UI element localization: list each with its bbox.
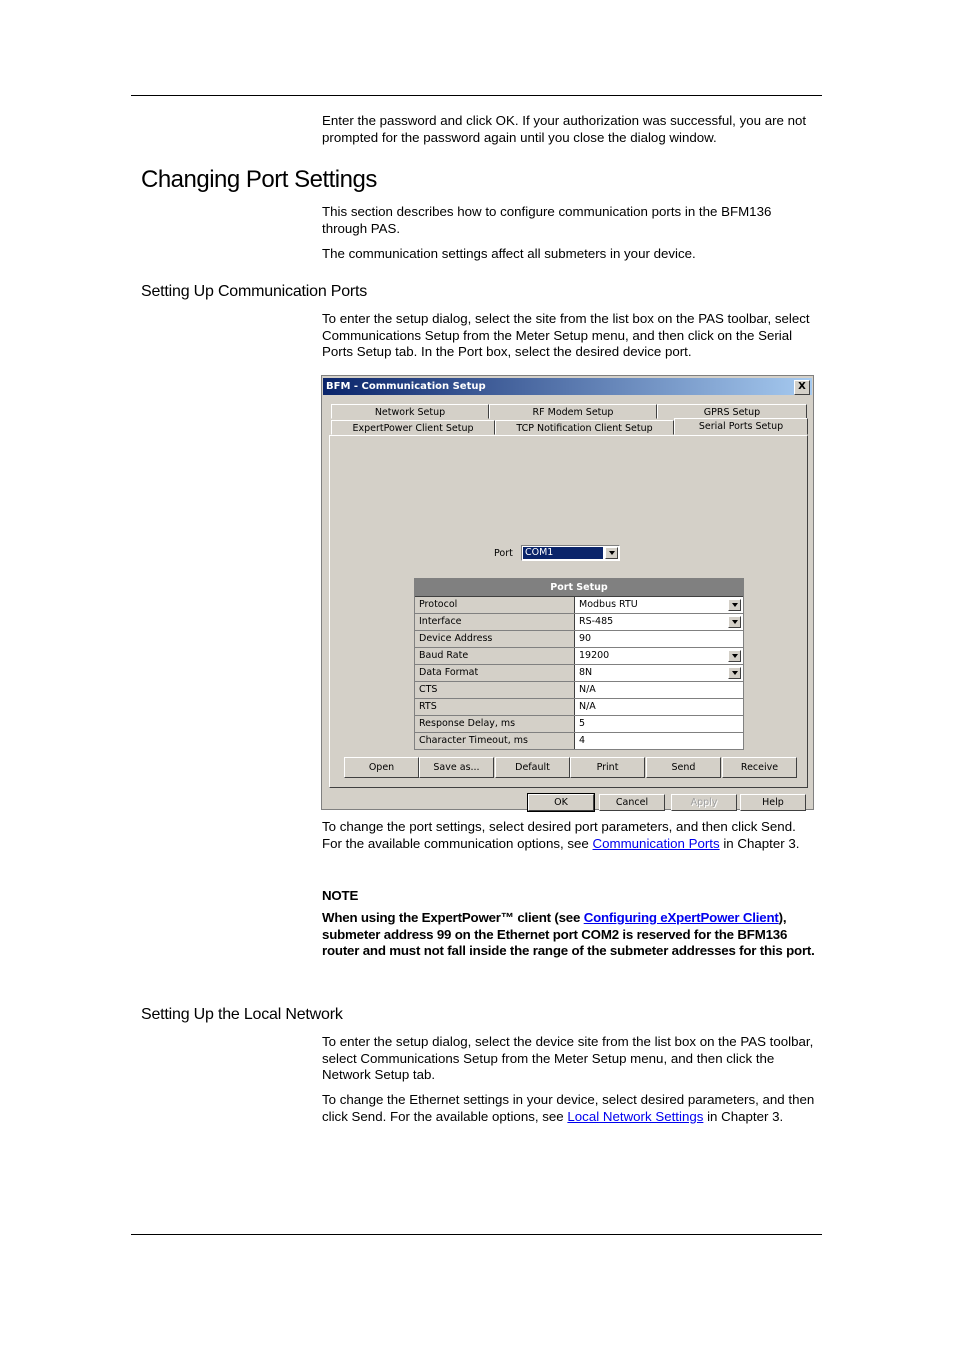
- row-value-text: 19200: [579, 650, 610, 661]
- row-value-text: 5: [579, 718, 586, 729]
- tab-tcp-notification-client-setup[interactable]: TCP Notification Client Setup: [495, 420, 674, 435]
- port-select-value: COM1: [523, 547, 603, 559]
- communication-ports-link[interactable]: Communication Ports: [593, 836, 720, 851]
- tab-expertpower-client-setup[interactable]: ExpertPower Client Setup: [331, 420, 495, 435]
- port-setup-row: Device Address 90: [415, 631, 743, 648]
- chevron-down-icon[interactable]: [728, 667, 741, 679]
- chevron-down-icon[interactable]: [728, 599, 741, 611]
- row-value[interactable]: N/A: [577, 682, 743, 698]
- local-network-paragraph-1: To enter the setup dialog, select the de…: [322, 1034, 814, 1082]
- row-value[interactable]: N/A: [577, 699, 743, 715]
- row-label: Character Timeout, ms: [415, 733, 575, 749]
- row-value-text: N/A: [579, 701, 596, 712]
- port-setup-row: Interface RS-485: [415, 614, 743, 631]
- close-icon[interactable]: X: [794, 380, 810, 395]
- communication-setup-dialog: BFM - Communication Setup X Network Setu…: [321, 375, 814, 812]
- row-value[interactable]: 8N: [577, 665, 743, 681]
- ok-button[interactable]: OK: [527, 793, 595, 812]
- tab-network-setup[interactable]: Network Setup: [331, 404, 489, 419]
- port-setup-row: Data Format 8N: [415, 665, 743, 682]
- section-paragraph-1: This section describes how to configure …: [322, 204, 772, 236]
- open-button[interactable]: Open: [344, 757, 419, 778]
- cancel-button[interactable]: Cancel: [599, 794, 665, 811]
- row-label: Interface: [415, 614, 575, 630]
- tab-rf-modem-setup[interactable]: RF Modem Setup: [489, 404, 657, 419]
- row-label: CTS: [415, 682, 575, 698]
- row-label: RTS: [415, 699, 575, 715]
- row-value-text: 8N: [579, 667, 593, 678]
- row-label: Baud Rate: [415, 648, 575, 664]
- serial-ports-panel: Port COM1 Port Setup Protocol Modbus RTU I…: [329, 435, 808, 788]
- tab-gprs-setup[interactable]: GPRS Setup: [657, 404, 807, 419]
- section-heading: Changing Port Settings: [141, 166, 377, 193]
- chevron-down-icon[interactable]: [605, 547, 618, 559]
- row-label: Device Address: [415, 631, 575, 647]
- port-setup-row: Response Delay, ms 5: [415, 716, 743, 733]
- row-label: Data Format: [415, 665, 575, 681]
- row-label: Response Delay, ms: [415, 716, 575, 732]
- local-network-paragraph-2: To change the Ethernet settings in your …: [322, 1092, 815, 1124]
- comm-ports-paragraph: To enter the setup dialog, select the si…: [322, 311, 810, 359]
- port-label: Port: [494, 548, 513, 559]
- local-network-heading: Setting Up the Local Network: [141, 1006, 343, 1023]
- apply-button[interactable]: Apply: [671, 794, 737, 811]
- row-value-text: 90: [579, 633, 592, 644]
- row-value[interactable]: 5: [577, 716, 743, 732]
- port-setup-row: CTS N/A: [415, 682, 743, 699]
- port-select[interactable]: COM1: [521, 545, 620, 561]
- row-value[interactable]: 19200: [577, 648, 743, 664]
- chevron-down-icon[interactable]: [728, 616, 741, 628]
- save-as-button[interactable]: Save as...: [419, 757, 494, 778]
- print-button[interactable]: Print: [570, 757, 645, 778]
- port-setup-row: Baud Rate 19200: [415, 648, 743, 665]
- send-button[interactable]: Send: [646, 757, 721, 778]
- tab-serial-ports-setup[interactable]: Serial Ports Setup: [674, 418, 808, 435]
- local-network-settings-link[interactable]: Local Network Settings: [567, 1109, 703, 1124]
- receive-button[interactable]: Receive: [722, 757, 797, 778]
- after-dialog-paragraph: To change the port settings, select desi…: [322, 819, 800, 851]
- top-rule: [131, 95, 822, 96]
- help-button[interactable]: Help: [740, 794, 806, 811]
- grid-header: Port Setup: [415, 579, 743, 597]
- port-setup-row: RTS N/A: [415, 699, 743, 716]
- row-value-text: N/A: [579, 684, 596, 695]
- dialog-title: BFM - Communication Setup: [326, 381, 486, 392]
- row-value[interactable]: 4: [577, 733, 743, 749]
- port-setup-grid: Port Setup Protocol Modbus RTU Interface RS…: [414, 578, 744, 750]
- row-value[interactable]: Modbus RTU: [577, 597, 743, 613]
- section-paragraph-2: The communication settings affect all su…: [322, 246, 696, 261]
- port-setup-row: Character Timeout, ms 4: [415, 733, 743, 749]
- note-title: NOTE: [322, 888, 359, 903]
- note-body: When using the ExpertPower™ client (see …: [322, 910, 815, 958]
- row-value-text: 4: [579, 735, 586, 746]
- comm-ports-heading: Setting Up Communication Ports: [141, 283, 368, 300]
- dialog-titlebar: BFM - Communication Setup X: [323, 378, 812, 395]
- bottom-rule: [131, 1234, 822, 1235]
- default-button[interactable]: Default: [495, 757, 570, 778]
- row-value[interactable]: 90: [577, 631, 743, 647]
- intro-paragraph: Enter the password and click OK. If your…: [322, 113, 807, 145]
- row-value-text: Modbus RTU: [579, 599, 638, 610]
- row-value-text: RS-485: [579, 616, 614, 627]
- configuring-expertpower-client-link[interactable]: Configuring eXpertPower Client: [584, 910, 779, 925]
- port-setup-row: Protocol Modbus RTU: [415, 597, 743, 614]
- chevron-down-icon[interactable]: [728, 650, 741, 662]
- row-label: Protocol: [415, 597, 575, 613]
- row-value[interactable]: RS-485: [577, 614, 743, 630]
